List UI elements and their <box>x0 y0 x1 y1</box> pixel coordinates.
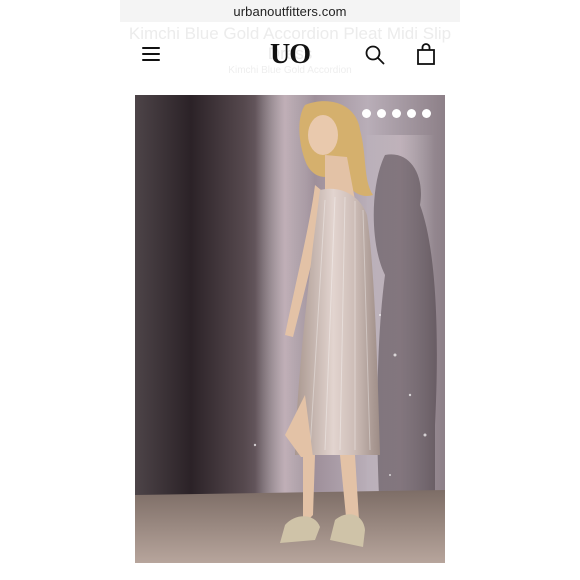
uo-logo[interactable]: UO <box>270 38 311 72</box>
url-text: urbanoutfitters.com <box>233 3 347 19</box>
carousel-dot[interactable] <box>362 109 371 118</box>
carousel-dot[interactable] <box>377 109 386 118</box>
image-carousel-indicators <box>362 109 431 118</box>
menu-icon[interactable] <box>142 47 160 63</box>
product-image[interactable] <box>135 95 445 563</box>
search-icon[interactable] <box>365 45 385 65</box>
product-photo <box>135 95 445 563</box>
carousel-dot[interactable] <box>407 109 416 118</box>
shopping-bag-icon[interactable] <box>416 43 436 65</box>
carousel-dot[interactable] <box>392 109 401 118</box>
carousel-dot[interactable] <box>422 109 431 118</box>
site-header: UO <box>120 38 460 72</box>
product-page: Kimchi Blue Gold Accordion Pleat Midi Sl… <box>120 22 460 580</box>
browser-url-bar[interactable]: urbanoutfitters.com <box>120 0 460 23</box>
